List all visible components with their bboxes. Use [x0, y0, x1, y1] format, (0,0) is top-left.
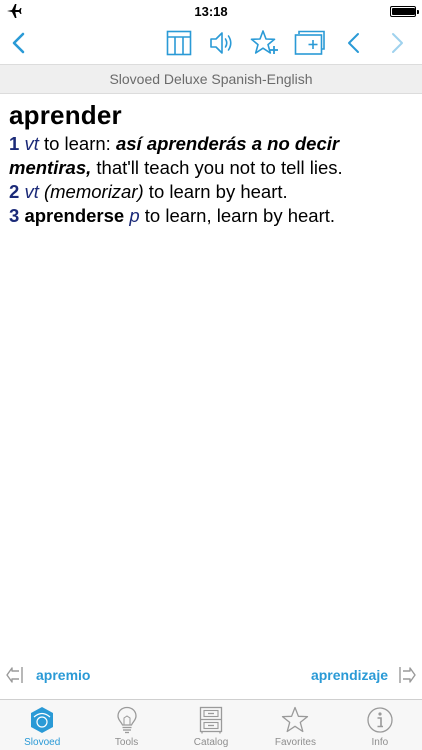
next-word-link[interactable]: aprendizaje: [311, 662, 416, 688]
tab-label: Catalog: [193, 737, 229, 748]
tab-label: Info: [371, 737, 389, 748]
tab-info[interactable]: Info: [338, 700, 422, 750]
toolbar: [0, 22, 422, 64]
back-button[interactable]: [2, 26, 36, 60]
tab-label: Tools: [114, 737, 139, 748]
status-time: 13:18: [194, 4, 228, 19]
word-navigation: apremio aprendizaje: [0, 662, 422, 688]
part-of-speech[interactable]: p: [129, 205, 139, 226]
tab-catalog[interactable]: Catalog: [169, 700, 253, 750]
part-of-speech[interactable]: vt: [24, 133, 38, 154]
next-chevron-icon: [392, 33, 403, 53]
previous-word-link[interactable]: apremio: [6, 662, 90, 688]
info-icon: [367, 707, 393, 733]
pronunciation-button[interactable]: [205, 26, 239, 60]
cabinet-icon: [199, 706, 223, 734]
add-favorite-button[interactable]: [248, 26, 282, 60]
previous-chevron-icon: [348, 33, 359, 53]
tab-slovoed[interactable]: Slovoed: [0, 700, 84, 750]
sense-number: 1: [9, 133, 20, 154]
battery-icon: [390, 6, 419, 17]
speaker-icon: [210, 32, 232, 54]
next-word-label[interactable]: aprendizaje: [311, 667, 388, 683]
tab-bar: Slovoed Tools Catalog Favorites Info: [0, 699, 422, 750]
translation: to learn by heart.: [143, 181, 288, 202]
add-card-icon: [294, 30, 325, 55]
table-button[interactable]: [162, 26, 196, 60]
next-word-arrow-icon: [399, 667, 416, 683]
tab-label: Slovoed: [24, 737, 61, 748]
example-translation: that'll teach you not to tell lies.: [91, 157, 343, 178]
part-of-speech[interactable]: vt: [24, 181, 38, 202]
translation: to learn:: [38, 133, 116, 154]
tab-label: Favorites: [274, 737, 316, 748]
sense-3: 3 aprenderse p to learn, learn by heart.: [9, 204, 415, 228]
star-icon: [282, 706, 309, 733]
usage-note: (memorizar): [43, 181, 144, 202]
sense-number: 3: [9, 205, 20, 226]
sense-2: 2 vt (memorizar) to learn by heart.: [9, 180, 415, 204]
battery-level: [392, 8, 415, 15]
table-icon: [166, 30, 192, 56]
dictionary-title-bar: Slovoed Deluxe Spanish-English: [0, 64, 422, 94]
status-bar: 13:18: [0, 0, 422, 22]
reflexive-form: aprenderse: [24, 205, 125, 226]
previous-word-label[interactable]: apremio: [36, 667, 90, 683]
tab-tools[interactable]: Tools: [84, 700, 168, 750]
sense-number: 2: [9, 181, 20, 202]
add-favorite-star-icon: [250, 30, 278, 54]
next-entry-button[interactable]: [380, 26, 414, 60]
slovoed-logo-icon: [31, 707, 54, 733]
sense-1: 1 vt to learn: así aprenderás a no decir…: [9, 132, 415, 180]
add-card-button[interactable]: [293, 26, 327, 60]
headword: aprender: [9, 100, 122, 130]
previous-word-arrow-icon: [6, 667, 23, 683]
translation: to learn, learn by heart.: [139, 205, 336, 226]
lightbulb-icon: [116, 706, 137, 734]
dictionary-entry: aprender 1 vt to learn: así aprenderás a…: [9, 98, 415, 228]
previous-entry-button[interactable]: [337, 26, 371, 60]
back-chevron-icon: [12, 32, 25, 54]
tab-favorites[interactable]: Favorites: [253, 700, 337, 750]
dictionary-title: Slovoed Deluxe Spanish-English: [109, 71, 313, 87]
